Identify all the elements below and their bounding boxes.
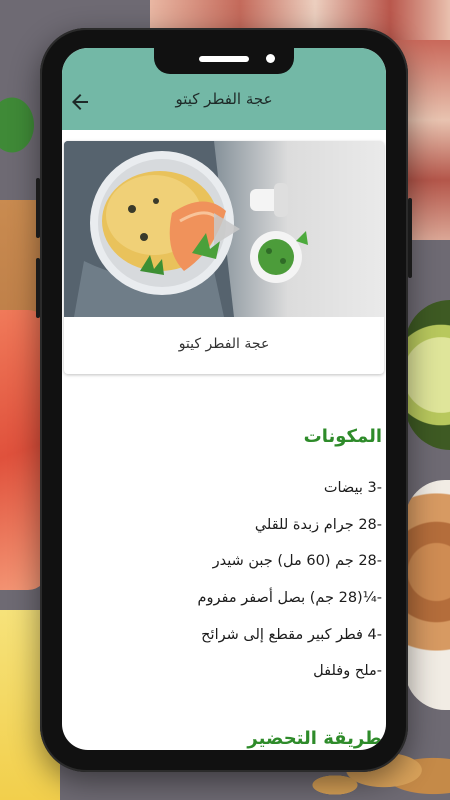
phone-screen: عجة الفطر كيتو عجة الفطر كيتو المكونات -… — [62, 48, 386, 750]
list-item: -ملح وفلفل — [313, 663, 382, 680]
omelette-photo — [64, 141, 308, 317]
volume-up-button — [36, 178, 40, 238]
list-item: -28 جرام زبدة للقلي — [254, 516, 382, 533]
power-button — [408, 198, 412, 278]
almond-bowl-background — [405, 480, 450, 710]
camera-icon — [266, 54, 275, 63]
volume-down-button — [36, 258, 40, 318]
recipe-card[interactable]: عجة الفطر كيتو — [64, 141, 384, 374]
notch — [154, 48, 294, 74]
nut-background — [300, 770, 370, 800]
page-title: عجة الفطر كيتو — [175, 90, 273, 108]
phone-frame: عجة الفطر كيتو عجة الفطر كيتو المكونات -… — [36, 28, 412, 772]
avocado-background — [405, 300, 450, 450]
list-item: -3 بيضات — [323, 480, 382, 496]
recipe-title: عجة الفطر كيتو — [178, 336, 270, 352]
recipe-image — [64, 141, 384, 317]
leaf-background — [0, 90, 40, 160]
list-item: -¼(28 جم) بصل أصفر مفروم — [197, 590, 382, 607]
method-heading: طريقة التحضير — [247, 728, 382, 749]
list-item: -28 جم (60 مل) جبن شيدر — [212, 553, 382, 570]
speaker-icon — [199, 56, 249, 62]
ingredients-heading: المكونات — [303, 426, 382, 447]
ingredients-list: -3 بيضات -28 جرام زبدة للقلي -28 جم (60 … — [82, 478, 382, 698]
list-item: -4 فطر كبير مقطع إلى شرائح — [201, 626, 382, 643]
